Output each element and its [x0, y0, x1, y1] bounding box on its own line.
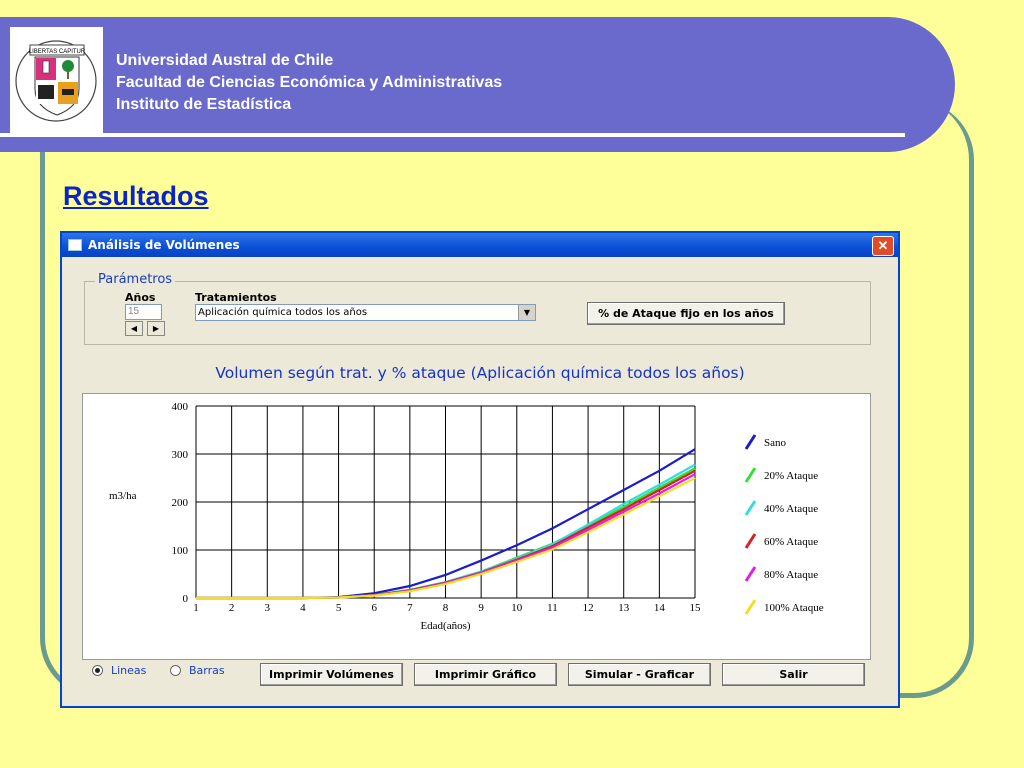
x-tick-label: 5 — [336, 602, 342, 614]
simulate-button[interactable]: Simular - Graficar — [568, 663, 711, 686]
bars-radio-dot[interactable] — [170, 665, 181, 676]
legend-swatch — [744, 467, 757, 483]
bars-radio-label: Barras — [189, 664, 225, 677]
header-underline — [0, 133, 905, 137]
x-tick-label: 11 — [547, 602, 558, 614]
y-axis-label: m3/ha — [109, 490, 137, 502]
treatment-selected-value: Aplicación química todos los años — [198, 307, 368, 318]
years-label: Años — [125, 291, 156, 304]
exit-button[interactable]: Salir — [722, 663, 865, 686]
x-tick-label: 15 — [690, 602, 702, 614]
window-app-icon — [68, 239, 82, 251]
lines-radio-label: Lineas — [111, 664, 147, 677]
x-axis-label: Edad(años) — [420, 620, 470, 632]
chevron-down-icon[interactable]: ▼ — [518, 305, 535, 320]
legend-entry: 100% Ataque — [764, 602, 824, 614]
lines-radio-dot[interactable] — [92, 665, 103, 676]
legend-swatch — [744, 599, 757, 615]
x-tick-label: 2 — [229, 602, 235, 614]
chart-title: Volumen según trat. y % ataque (Aplicaci… — [215, 364, 745, 382]
university-logo: LIBERTAS CAPITUR — [10, 27, 103, 135]
legend-entry: 20% Ataque — [764, 470, 818, 482]
x-tick-label: 1 — [193, 602, 199, 614]
institute-name: Instituto de Estadística — [116, 96, 292, 113]
legend-swatch — [744, 500, 757, 516]
x-tick-label: 6 — [371, 602, 377, 614]
bars-radio[interactable]: Barras — [170, 664, 225, 677]
print-chart-button[interactable]: Imprimir Gráfico — [414, 663, 557, 686]
x-tick-label: 3 — [265, 602, 271, 614]
slide-title: Resultados — [63, 181, 209, 211]
legend-entry: Sano — [764, 437, 787, 449]
university-name: Universidad Austral de Chile — [116, 52, 334, 69]
legend-entry: 40% Ataque — [764, 503, 818, 515]
y-tick-label: 300 — [172, 449, 189, 461]
parameters-group: Parámetros Años 15 ◀ ▶ Tratamientos Apli… — [84, 272, 871, 345]
close-button[interactable]: ✕ — [872, 236, 894, 256]
y-tick-label: 100 — [172, 545, 189, 557]
analysis-window: Análisis de Volúmenes ✕ Parámetros Años … — [60, 231, 900, 708]
legend-swatch — [744, 533, 757, 549]
logo-motto: LIBERTAS CAPITUR — [29, 49, 86, 55]
years-decrease-button[interactable]: ◀ — [125, 321, 143, 336]
x-tick-label: 12 — [583, 602, 594, 614]
header-text: Universidad Austral de Chile Facultad de… — [116, 50, 502, 116]
legend-swatch — [744, 566, 757, 582]
volume-chart: 1 2 3 4 5 6 7 8 9 10 11 12 13 14 150100200300400Edad(a… — [109, 401, 824, 632]
x-tick-label: 14 — [654, 602, 666, 614]
treatments-label: Tratamientos — [195, 291, 277, 304]
x-tick-label: 9 — [478, 602, 484, 614]
x-tick-label: 10 — [511, 602, 523, 614]
y-tick-label: 200 — [172, 497, 189, 509]
legend-entry: 80% Ataque — [764, 569, 818, 581]
fixed-attack-button[interactable]: % de Ataque fijo en los años — [587, 302, 785, 325]
legend-swatch — [744, 434, 757, 450]
x-tick-label: 8 — [443, 602, 449, 614]
y-tick-label: 400 — [172, 401, 189, 413]
window-titlebar[interactable]: Análisis de Volúmenes — [62, 233, 898, 257]
x-tick-label: 13 — [618, 602, 630, 614]
chart-area: 1 2 3 4 5 6 7 8 9 10 11 12 13 14 15 0 100 200 300 400 Edad(a… — [82, 393, 871, 660]
faculty-name: Facultad de Ciencias Económica y Adminis… — [116, 74, 503, 91]
x-tick-label: 4 — [300, 602, 306, 614]
lines-radio[interactable]: Lineas — [92, 664, 146, 677]
legend-entry: 60% Ataque — [764, 536, 818, 548]
window-title: Análisis de Volúmenes — [88, 238, 240, 252]
treatment-select[interactable]: Aplicación química todos los años ▼ — [195, 304, 536, 321]
parameters-legend: Parámetros — [95, 272, 176, 287]
x-tick-label: 7 — [407, 602, 413, 614]
years-increase-button[interactable]: ▶ — [147, 321, 165, 336]
years-input[interactable]: 15 — [125, 304, 162, 320]
y-tick-label: 0 — [183, 593, 189, 605]
print-volumes-button[interactable]: Imprimir Volúmenes — [260, 663, 403, 686]
